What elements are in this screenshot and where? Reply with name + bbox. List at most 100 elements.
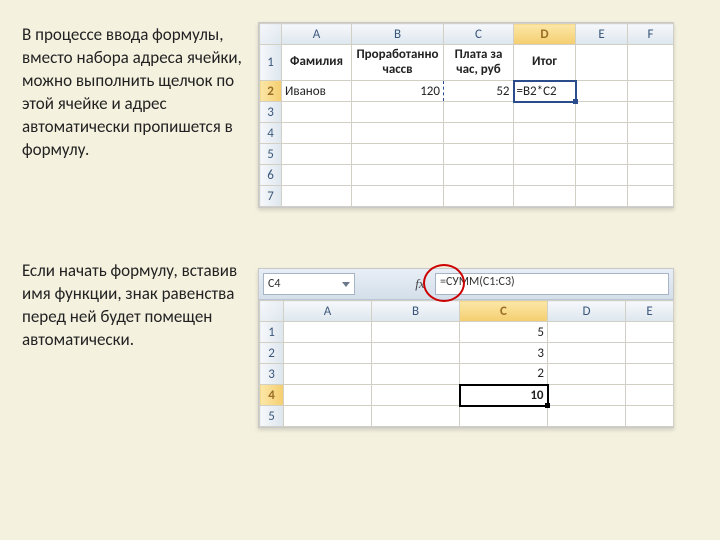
- row-header[interactable]: 5: [260, 144, 282, 165]
- cell[interactable]: [514, 102, 576, 123]
- cell[interactable]: [628, 144, 674, 165]
- cell[interactable]: [628, 102, 674, 123]
- cell[interactable]: [576, 165, 628, 186]
- cell[interactable]: 5: [460, 322, 548, 343]
- row-header-selected[interactable]: 2: [260, 81, 282, 102]
- cell[interactable]: [352, 186, 444, 207]
- cell[interactable]: [628, 123, 674, 144]
- cell[interactable]: [444, 102, 514, 123]
- cell-selected[interactable]: 10: [460, 385, 548, 406]
- cell[interactable]: [282, 123, 352, 144]
- cell[interactable]: [576, 102, 628, 123]
- row-header[interactable]: 1: [260, 45, 282, 81]
- cell[interactable]: [576, 123, 628, 144]
- cell[interactable]: [444, 186, 514, 207]
- cell[interactable]: [514, 144, 576, 165]
- cell[interactable]: [628, 45, 674, 81]
- row-header[interactable]: 7: [260, 186, 282, 207]
- col-header[interactable]: A: [282, 24, 352, 45]
- cell[interactable]: [372, 322, 460, 343]
- cell-reference-marching[interactable]: 52: [444, 81, 514, 102]
- row-header[interactable]: 3: [260, 102, 282, 123]
- cell[interactable]: [444, 144, 514, 165]
- cell[interactable]: [626, 322, 674, 343]
- row-header[interactable]: 3: [260, 364, 284, 385]
- col-header[interactable]: E: [576, 24, 628, 45]
- paragraph-2: Если начать формулу, вставив имя функции…: [22, 260, 252, 352]
- cell[interactable]: [282, 102, 352, 123]
- cell[interactable]: [282, 186, 352, 207]
- cell[interactable]: [628, 165, 674, 186]
- cell-reference-marching[interactable]: 120: [352, 81, 444, 102]
- cell[interactable]: [548, 322, 626, 343]
- select-all-corner[interactable]: [260, 301, 284, 322]
- col-header[interactable]: C: [444, 24, 514, 45]
- cell[interactable]: [372, 364, 460, 385]
- col-header[interactable]: A: [284, 301, 372, 322]
- cell[interactable]: 2: [460, 364, 548, 385]
- formula-input[interactable]: =СУММ(C1:C3): [435, 273, 669, 295]
- cell[interactable]: Иванов: [282, 81, 352, 102]
- col-header-selected[interactable]: D: [514, 24, 576, 45]
- cell[interactable]: 3: [460, 343, 548, 364]
- cell[interactable]: [628, 186, 674, 207]
- cell[interactable]: [444, 123, 514, 144]
- col-header[interactable]: B: [352, 24, 444, 45]
- cell[interactable]: [282, 165, 352, 186]
- cell[interactable]: [352, 165, 444, 186]
- cell[interactable]: [372, 406, 460, 427]
- cell[interactable]: [284, 343, 372, 364]
- fx-button[interactable]: fx: [411, 275, 429, 293]
- cell[interactable]: [460, 406, 548, 427]
- cell[interactable]: [548, 364, 626, 385]
- cell[interactable]: [372, 343, 460, 364]
- cell[interactable]: [352, 123, 444, 144]
- cell[interactable]: [576, 186, 628, 207]
- col-header-selected[interactable]: C: [460, 301, 548, 322]
- grid-1[interactable]: A B C D E F 1 Фамилия Проработанно чассв…: [259, 23, 674, 207]
- cell[interactable]: [282, 144, 352, 165]
- cell[interactable]: [352, 102, 444, 123]
- cell[interactable]: [576, 144, 628, 165]
- cell[interactable]: [514, 123, 576, 144]
- col-header[interactable]: E: [626, 301, 674, 322]
- row-header-selected[interactable]: 4: [260, 385, 284, 406]
- cell[interactable]: [548, 385, 626, 406]
- cell[interactable]: Проработанно чассв: [352, 45, 444, 81]
- cell[interactable]: [548, 343, 626, 364]
- cell[interactable]: [548, 406, 626, 427]
- cell[interactable]: Фамилия: [282, 45, 352, 81]
- row-header[interactable]: 6: [260, 165, 282, 186]
- row-header[interactable]: 2: [260, 343, 284, 364]
- cell[interactable]: [514, 186, 576, 207]
- row-header[interactable]: 1: [260, 322, 284, 343]
- cell[interactable]: [284, 364, 372, 385]
- cell[interactable]: [352, 144, 444, 165]
- cell[interactable]: [576, 81, 628, 102]
- col-header[interactable]: F: [628, 24, 674, 45]
- cell[interactable]: [372, 385, 460, 406]
- formula-bar: C4 fx =СУММ(C1:C3): [259, 269, 673, 300]
- select-all-corner[interactable]: [260, 24, 282, 45]
- cell[interactable]: [284, 322, 372, 343]
- row-header[interactable]: 4: [260, 123, 282, 144]
- col-header[interactable]: B: [372, 301, 460, 322]
- name-box[interactable]: C4: [263, 273, 355, 295]
- cell[interactable]: [444, 165, 514, 186]
- cell[interactable]: [514, 165, 576, 186]
- cell[interactable]: Итог: [514, 45, 576, 81]
- cell[interactable]: [284, 406, 372, 427]
- cell[interactable]: [626, 406, 674, 427]
- row-header[interactable]: 5: [260, 406, 284, 427]
- cell[interactable]: [628, 81, 674, 102]
- cell[interactable]: Плата за час, руб: [444, 45, 514, 81]
- cell[interactable]: [626, 343, 674, 364]
- cell[interactable]: [576, 45, 628, 81]
- cell-editing-formula[interactable]: =B2*C2: [514, 81, 576, 102]
- chevron-down-icon[interactable]: [342, 282, 350, 287]
- cell[interactable]: [626, 385, 674, 406]
- cell[interactable]: [626, 364, 674, 385]
- cell[interactable]: [284, 385, 372, 406]
- grid-2[interactable]: A B C D E 15 23 32 410 5: [259, 300, 674, 427]
- col-header[interactable]: D: [548, 301, 626, 322]
